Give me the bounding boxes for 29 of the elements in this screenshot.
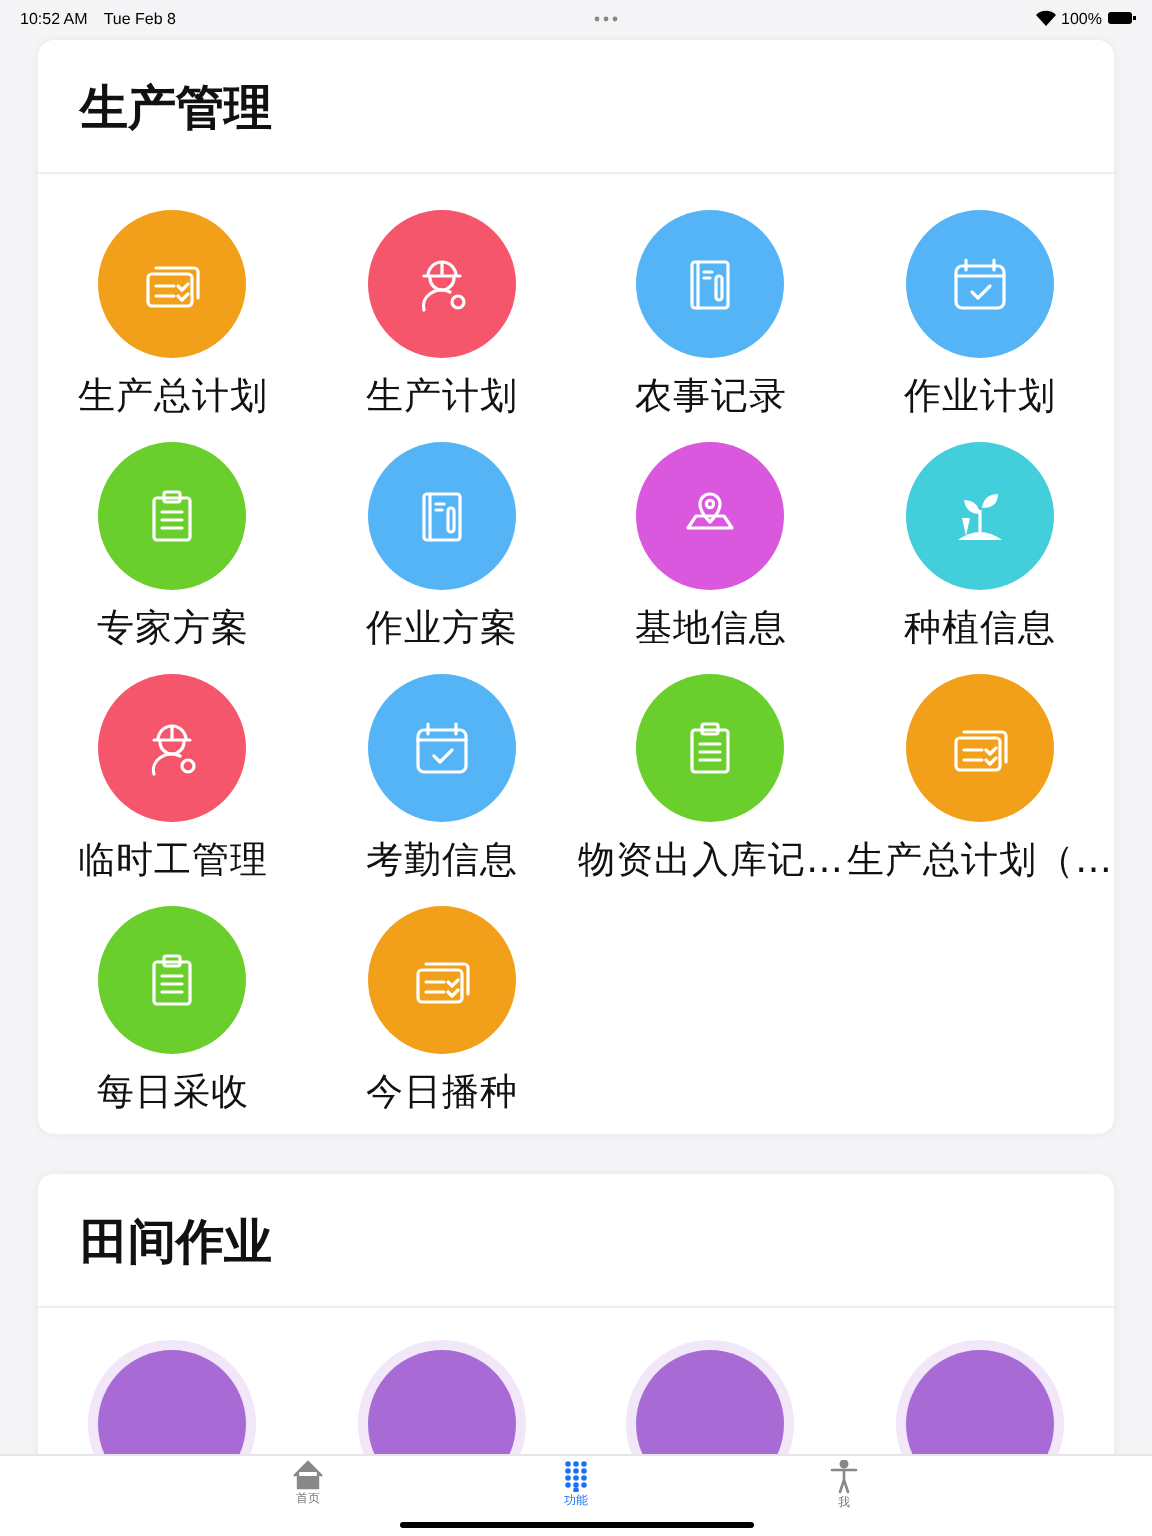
- section-title: 生产管理: [38, 40, 1114, 174]
- feature-icon[interactable]: [367, 1350, 516, 1454]
- feature-icon[interactable]: [905, 1350, 1054, 1454]
- feature-label[interactable]: 作业计划: [903, 374, 1056, 422]
- person-icon: [830, 1460, 858, 1494]
- battery-percent: 100%: [1061, 9, 1102, 27]
- feature-label[interactable]: 基地信息: [634, 606, 787, 654]
- feature-label[interactable]: 每日采收: [96, 1070, 249, 1118]
- feature-icon[interactable]: [636, 1350, 785, 1454]
- grid-dots-icon: [564, 1460, 588, 1492]
- feature-label[interactable]: 物资出入库记…: [578, 838, 843, 886]
- feature-label[interactable]: 种植信息: [903, 606, 1056, 654]
- feature-label[interactable]: 生产总计划: [77, 374, 268, 422]
- feature-label[interactable]: 考勤信息: [365, 838, 518, 886]
- feature-label[interactable]: 今日播种: [365, 1070, 518, 1118]
- feature-label[interactable]: 农事记录: [634, 374, 787, 422]
- feature-label[interactable]: 作业方案: [365, 606, 518, 654]
- wifi-icon: [1035, 10, 1056, 26]
- feature-label[interactable]: 专家方案: [96, 606, 249, 654]
- status-time: 10:52 AM: [20, 9, 88, 27]
- section-title: 田间作业: [38, 1174, 1114, 1308]
- battery-icon: [1108, 12, 1136, 24]
- status-date: Tue Feb 8: [103, 9, 176, 27]
- home-icon: [292, 1460, 324, 1490]
- feature-label[interactable]: 生产总计划（…: [847, 838, 1112, 886]
- more-dots-icon[interactable]: [593, 15, 618, 21]
- feature-label[interactable]: 临时工管理: [77, 838, 268, 886]
- feature-icon[interactable]: [98, 1350, 247, 1454]
- feature-label[interactable]: 生产计划: [365, 374, 518, 422]
